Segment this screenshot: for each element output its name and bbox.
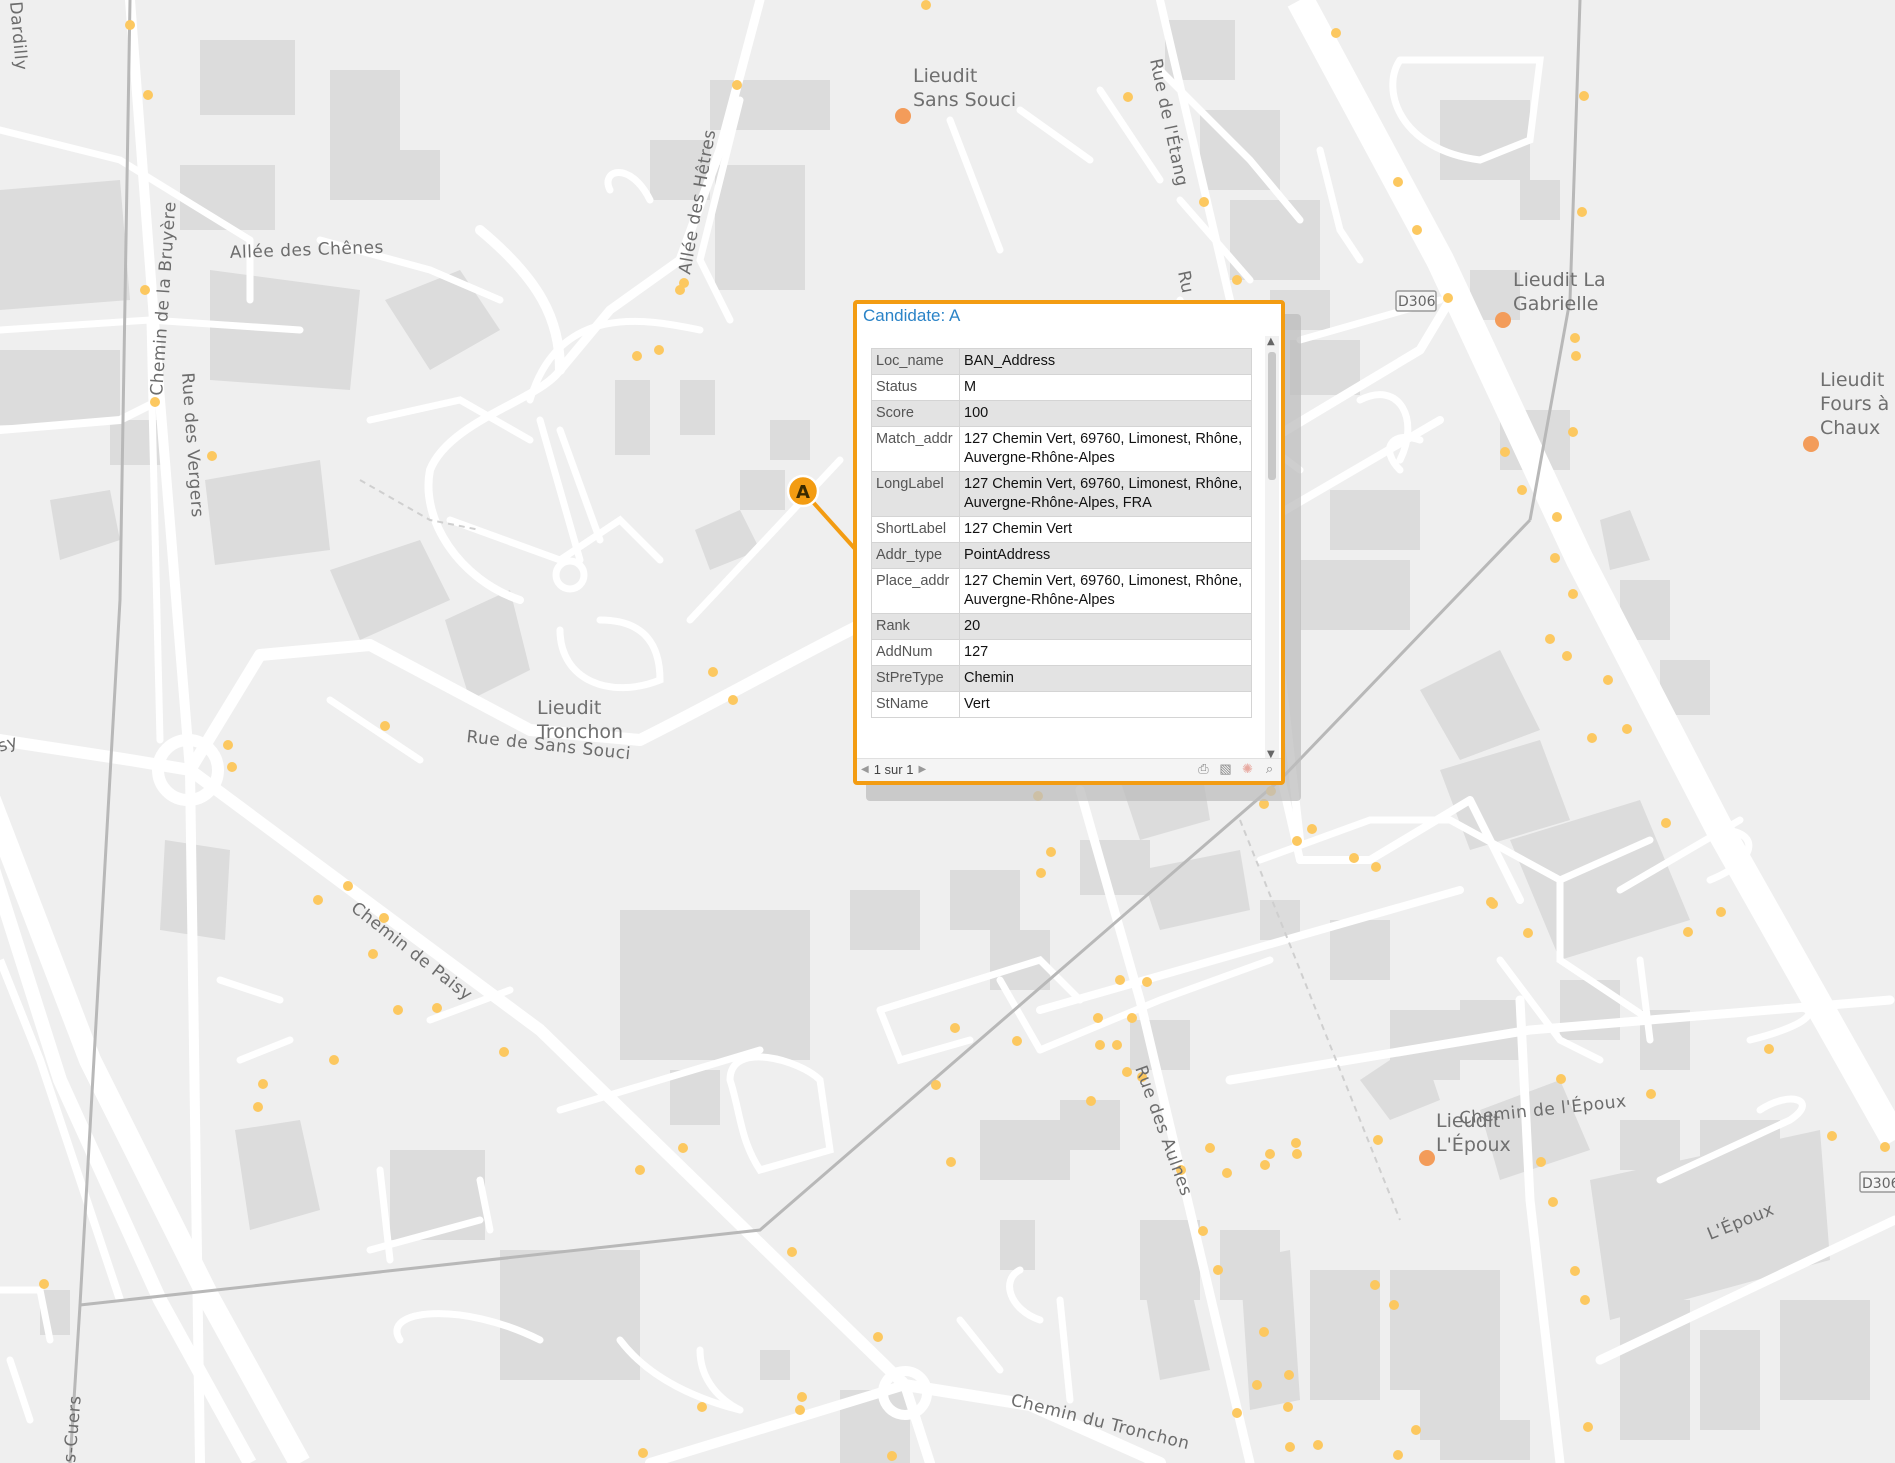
attribute-row: Addr_type PointAddress [871, 542, 1252, 569]
pager: ◀ 1 sur 1 ▶ [861, 762, 926, 777]
attribute-key: LongLabel [871, 471, 960, 517]
attribute-row: StName Vert [871, 691, 1252, 718]
attribute-key: AddNum [871, 639, 960, 666]
attribute-value: Chemin [959, 665, 1252, 692]
popup-tools: ⎙ ▧ ✺ ⌕ [1196, 761, 1277, 776]
popup-title: Candidate: A [863, 306, 961, 325]
candidate-popup[interactable]: Candidate: A Loc_name BAN_Address Status M S… [853, 300, 1285, 785]
attribute-table: Loc_name BAN_Address Status M Score 100 Match_… [871, 348, 1252, 718]
attribute-key: Match_addr [871, 426, 960, 472]
attribute-value: 100 [959, 400, 1252, 427]
attribute-row: AddNum 127 [871, 639, 1252, 666]
poi-sans-souci [895, 108, 911, 124]
scroll-up-icon[interactable]: ▲ [1267, 336, 1275, 347]
attribute-row: LongLabel 127 Chemin Vert, 69760, Limones… [871, 471, 1252, 517]
attribute-value: 127 [959, 639, 1252, 666]
svg-text:D306: D306 [1862, 1176, 1895, 1192]
attribute-key: ShortLabel [871, 516, 960, 543]
attribute-value: Vert [959, 691, 1252, 718]
previous-feature-icon[interactable]: ◀ [861, 764, 869, 775]
popup-scrollbar[interactable]: ▲ ▼ [1265, 336, 1279, 760]
scroll-thumb[interactable] [1268, 352, 1276, 480]
attribute-row: Rank 20 [871, 613, 1252, 640]
attribute-row: Match_addr 127 Chemin Vert, 69760, Limone… [871, 426, 1252, 472]
flash-icon[interactable]: ✺ [1240, 761, 1255, 776]
candidate-marker-a[interactable]: A [786, 474, 820, 508]
attribute-value: BAN_Address [959, 348, 1252, 375]
attribute-key: Status [871, 374, 960, 401]
attribute-key: Addr_type [871, 542, 960, 569]
attribute-key: Score [871, 400, 960, 427]
attribute-row: Place_addr 127 Chemin Vert, 69760, Limone… [871, 568, 1252, 614]
poi-la-gabrielle [1495, 312, 1511, 328]
attribute-value: 127 Chemin Vert, 69760, Limonest, Rhône,… [959, 426, 1252, 472]
attribute-row: Status M [871, 374, 1252, 401]
attribute-value: 127 Chemin Vert, 69760, Limonest, Rhône,… [959, 471, 1252, 517]
poi-lepoux [1419, 1150, 1435, 1166]
zoom-icon[interactable]: ⌕ [1262, 761, 1277, 776]
attribute-value: 20 [959, 613, 1252, 640]
attribute-key: StName [871, 691, 960, 718]
attribute-value: PointAddress [959, 542, 1252, 569]
pager-text: 1 sur 1 [873, 762, 914, 777]
svg-text:D306: D306 [1398, 294, 1436, 310]
export-icon[interactable]: ▧ [1218, 761, 1233, 776]
attribute-key: Loc_name [871, 348, 960, 375]
attribute-key: Place_addr [871, 568, 960, 614]
attribute-key: Rank [871, 613, 960, 640]
next-feature-icon[interactable]: ▶ [918, 764, 926, 775]
shield-d306-a: D306 [1395, 290, 1437, 312]
shield-d306-b: D306 [1859, 1171, 1895, 1193]
attribute-row: StPreType Chemin [871, 665, 1252, 692]
attribute-row: ShortLabel 127 Chemin Vert [871, 516, 1252, 543]
popup-body[interactable]: Loc_name BAN_Address Status M Score 100 Match_… [871, 348, 1252, 748]
attribute-value: 127 Chemin Vert [959, 516, 1252, 543]
attribute-value: M [959, 374, 1252, 401]
attribute-row: Loc_name BAN_Address [871, 348, 1252, 375]
poi-fours-chaux [1803, 436, 1819, 452]
candidate-marker-label: A [796, 482, 810, 503]
attribute-value: 127 Chemin Vert, 69760, Limonest, Rhône,… [959, 568, 1252, 614]
popup-footer: ◀ 1 sur 1 ▶ ⎙ ▧ ✺ ⌕ [857, 758, 1281, 781]
print-icon[interactable]: ⎙ [1196, 761, 1211, 776]
attribute-key: StPreType [871, 665, 960, 692]
attribute-row: Score 100 [871, 400, 1252, 427]
